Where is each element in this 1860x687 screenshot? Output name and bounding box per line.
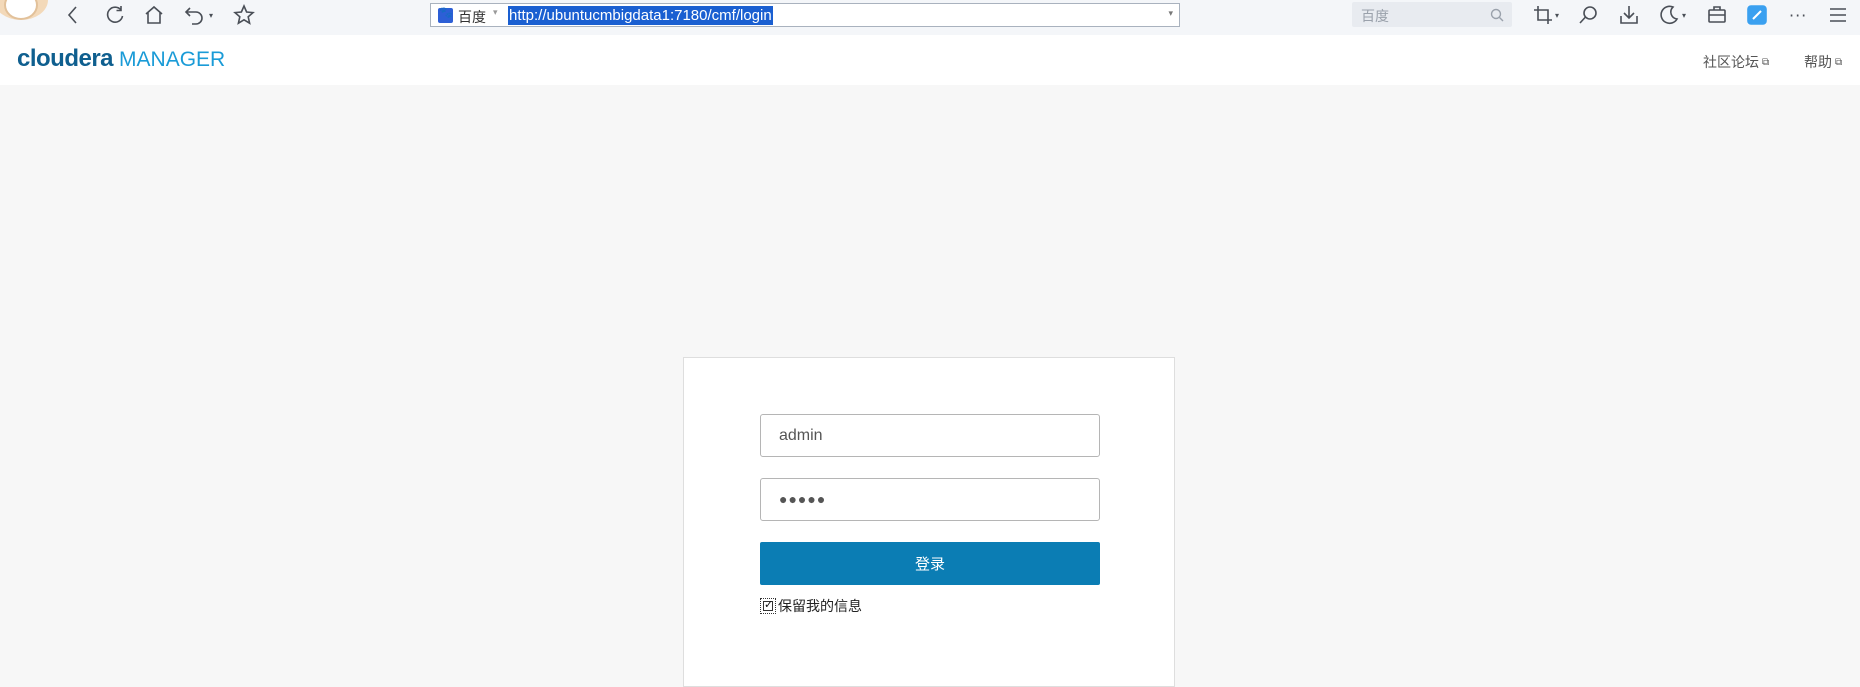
search-person-icon[interactable] bbox=[1578, 4, 1600, 26]
undo-dropdown-icon[interactable]: ▾ bbox=[209, 4, 213, 26]
community-forum-label: 社区论坛 bbox=[1703, 55, 1759, 71]
menu-icon[interactable] bbox=[1828, 4, 1848, 26]
remember-me-label[interactable]: 保留我的信息 bbox=[778, 596, 862, 616]
engine-dropdown-icon[interactable]: ▾ bbox=[493, 8, 498, 18]
remember-me[interactable]: 保留我的信息 bbox=[760, 596, 862, 616]
username-input[interactable]: admin bbox=[760, 414, 1100, 457]
crop-dropdown-icon[interactable]: ▾ bbox=[1555, 4, 1559, 26]
app-header: cloudera MANAGER 社区论坛 ⧉ 帮助 ⧉ bbox=[0, 35, 1860, 85]
more-options-icon[interactable]: ··· bbox=[1789, 4, 1807, 26]
password-input[interactable]: ●●●●● bbox=[760, 478, 1100, 521]
user-avatar[interactable] bbox=[0, 0, 48, 20]
external-link-icon: ⧉ bbox=[1762, 56, 1770, 68]
refresh-icon[interactable] bbox=[104, 4, 126, 26]
url-text[interactable]: http://ubuntucmbigdata1:7180/cmf/login bbox=[508, 6, 773, 25]
login-panel: admin ●●●●● 登录 保留我的信息 bbox=[683, 357, 1175, 687]
favorite-star-icon[interactable] bbox=[233, 4, 255, 26]
back-icon[interactable] bbox=[66, 4, 80, 26]
brand-primary: cloudera bbox=[17, 45, 114, 72]
address-dropdown-icon[interactable]: ▾ bbox=[1168, 9, 1173, 19]
search-icon[interactable] bbox=[1490, 7, 1504, 26]
baidu-logo-icon bbox=[438, 6, 453, 23]
cloudera-manager-logo[interactable]: cloudera MANAGER bbox=[17, 45, 225, 73]
remember-me-checkbox[interactable] bbox=[760, 598, 776, 614]
help-label: 帮助 bbox=[1804, 55, 1832, 71]
community-forum-link[interactable]: 社区论坛 ⧉ bbox=[1703, 52, 1769, 72]
browser-toolbar: ▾ 百度 ▾ http://ubuntucmbigdata1:7180/cmf/… bbox=[0, 0, 1860, 36]
undo-icon[interactable] bbox=[184, 4, 206, 26]
home-icon[interactable] bbox=[143, 4, 165, 26]
brand-secondary: MANAGER bbox=[119, 48, 226, 71]
address-bar[interactable]: 百度 ▾ http://ubuntucmbigdata1:7180/cmf/lo… bbox=[430, 3, 1180, 27]
external-link-icon: ⧉ bbox=[1835, 56, 1843, 68]
login-button[interactable]: 登录 bbox=[760, 542, 1100, 585]
extension-icon[interactable] bbox=[1747, 4, 1767, 26]
browser-search-input[interactable]: 百度 bbox=[1352, 2, 1512, 27]
screenshot-crop-icon[interactable] bbox=[1533, 4, 1553, 26]
night-dropdown-icon[interactable]: ▾ bbox=[1682, 4, 1686, 26]
download-icon[interactable] bbox=[1618, 4, 1640, 26]
search-placeholder: 百度 bbox=[1361, 9, 1389, 25]
search-engine-label[interactable]: 百度 bbox=[458, 7, 486, 27]
toolbox-icon[interactable] bbox=[1706, 4, 1728, 26]
night-mode-icon[interactable] bbox=[1658, 4, 1680, 26]
help-link[interactable]: 帮助 ⧉ bbox=[1804, 52, 1842, 72]
